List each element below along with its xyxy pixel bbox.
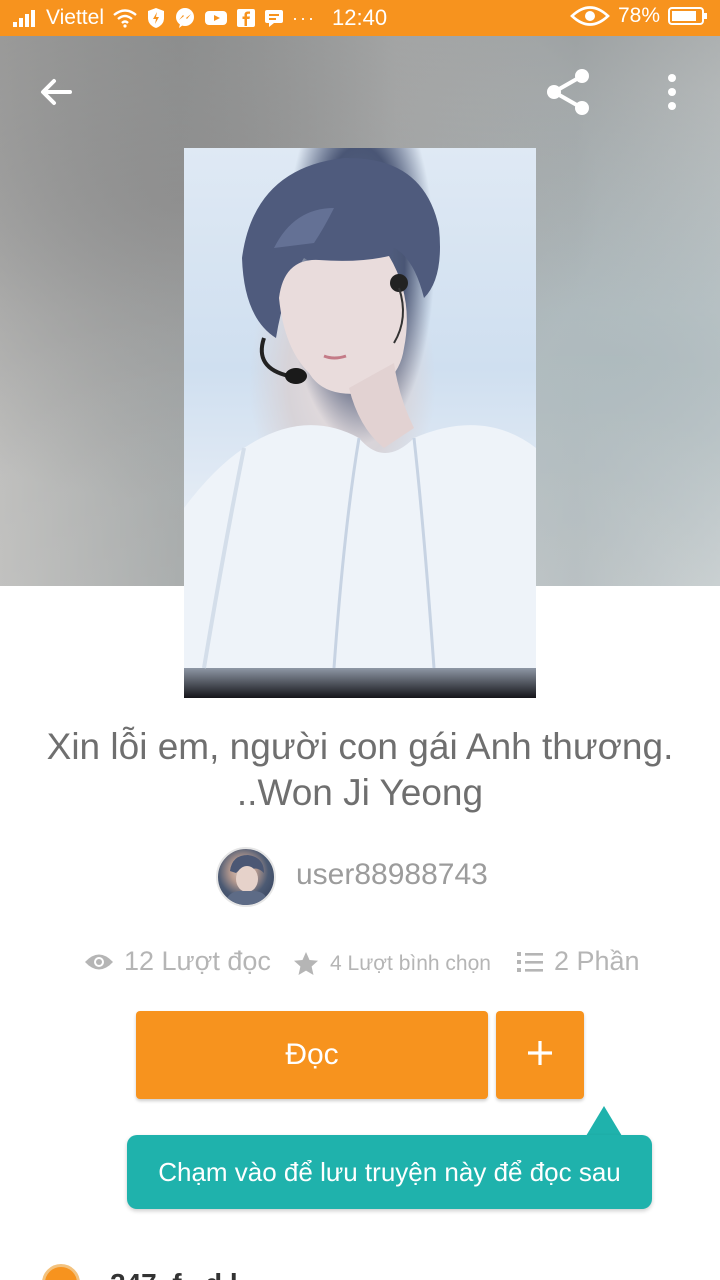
more-notifications-icon: ···: [292, 7, 316, 28]
star-icon: [292, 950, 320, 978]
stat-reads: 12 Lượt đọc: [84, 946, 271, 977]
eye-icon: [84, 951, 114, 973]
story-title-line2: ..Won Ji Yeong: [236, 772, 484, 813]
share-button[interactable]: [540, 66, 596, 122]
signal-icon: [12, 8, 38, 28]
author-avatar[interactable]: [216, 847, 276, 907]
cover-illustration: [184, 157, 536, 669]
story-title-line1: Xin lỗi em, người con gái Anh thương.: [46, 726, 674, 767]
avatar-portrait: [224, 855, 270, 905]
list-icon: [516, 950, 544, 974]
votes-count: 4 Lượt bình chọn: [330, 952, 491, 975]
battery-percent: 78%: [617, 4, 660, 27]
parts-count: 2 Phần: [554, 946, 640, 976]
bottom-badge-icon: [42, 1264, 80, 1280]
wifi-icon: [112, 8, 138, 28]
shield-icon: [146, 7, 166, 29]
author-name[interactable]: user88988743: [296, 858, 488, 892]
more-vertical-icon: [664, 72, 680, 117]
reads-count: 12 Lượt đọc: [124, 946, 271, 976]
story-title: Xin lỗi em, người con gái Anh thương. ..…: [0, 724, 720, 816]
messenger-icon: [174, 7, 196, 29]
tooltip-arrow: [586, 1106, 622, 1136]
status-bar: Viettel ··· 12:40 78%: [0, 0, 720, 36]
back-button[interactable]: [28, 66, 84, 122]
clock: 12:40: [332, 5, 388, 30]
read-button[interactable]: Đọc: [136, 1011, 488, 1099]
facebook-icon: [236, 8, 256, 28]
carrier-name: Viettel: [46, 6, 104, 29]
arrow-left-icon: [36, 72, 76, 117]
eye-icon: [570, 5, 610, 27]
status-left: Viettel ···: [12, 6, 316, 30]
story-cover-image[interactable]: [184, 148, 536, 698]
chat-icon: [264, 8, 284, 28]
stat-parts: 2 Phần: [516, 946, 640, 977]
stat-votes: 4 Lượt bình chọn: [292, 950, 491, 978]
add-to-library-button[interactable]: [496, 1011, 584, 1099]
save-for-later-tooltip[interactable]: Chạm vào để lưu truyện này để đọc sau: [127, 1135, 652, 1209]
youtube-icon: [204, 9, 228, 27]
bottom-row-text: 247 .f...d.l...: [110, 1268, 261, 1280]
battery-icon: [668, 5, 708, 27]
status-right: 78%: [570, 4, 708, 28]
plus-icon: [525, 1038, 555, 1073]
more-options-button[interactable]: [644, 66, 700, 122]
share-icon: [542, 66, 594, 123]
